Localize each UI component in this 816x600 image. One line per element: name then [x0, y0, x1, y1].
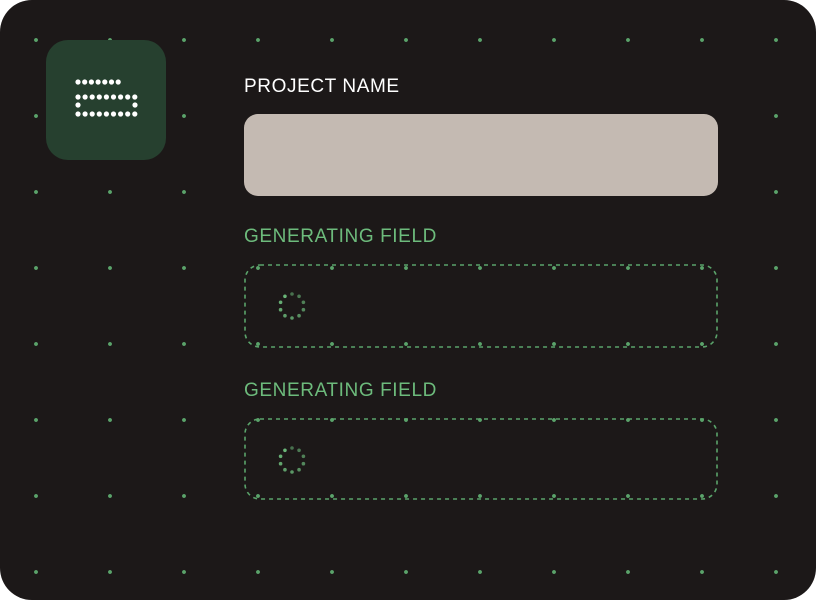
project-name-input[interactable]: [244, 114, 718, 196]
generating-field-placeholder: [244, 264, 718, 348]
dotted-spinner-icon: [278, 446, 306, 474]
dashed-border: [244, 418, 718, 500]
generating-field-label: GENERATING FIELD: [244, 380, 437, 401]
dashed-border: [244, 264, 718, 348]
generating-field-placeholder: [244, 418, 718, 500]
form-card: PROJECT NAME GENERATING FIELD GENERATING…: [0, 0, 816, 600]
project-name-label: PROJECT NAME: [244, 76, 400, 97]
dotted-form-icon: [46, 40, 166, 160]
dotted-spinner-icon: [278, 292, 306, 320]
generating-field-label: GENERATING FIELD: [244, 226, 437, 247]
